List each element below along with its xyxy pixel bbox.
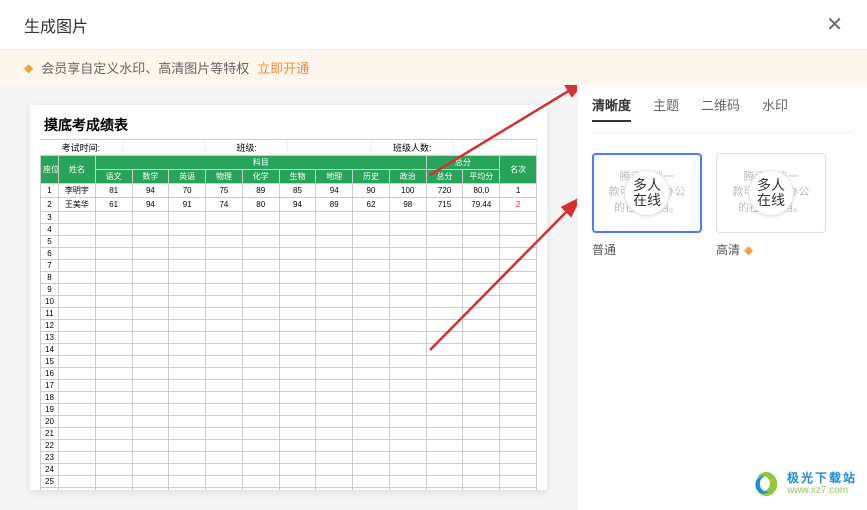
table-row: 21 — [41, 428, 537, 440]
dialog-title: 生成图片 — [24, 13, 88, 37]
option-label-normal: 普通 — [592, 241, 702, 258]
banner-link[interactable]: 立即开通 — [257, 58, 309, 77]
side-panel: 清晰度主题二维码水印 腾讯文档一款可以远程办公的在线文档。 多人在线 普通 腾讯… — [577, 85, 867, 510]
preview-pane: 摸底考成绩表 考试时间:班级:班级人数: 座位姓名科目总分名次 语文数学英语物理… — [0, 85, 577, 510]
banner-text: 会员享自定义水印、高清图片等特权 — [41, 58, 249, 77]
table-row: 22 — [41, 440, 537, 452]
thumb-circle-icon: 多人在线 — [624, 170, 670, 216]
diamond-icon: ◆ — [744, 243, 753, 257]
quality-option-hd[interactable]: 腾讯文档一款可以远程办公的在线文档。 多人在线 高清◆ — [716, 153, 826, 258]
table-row: 24 — [41, 464, 537, 476]
diamond-icon: ◆ — [24, 61, 33, 75]
table-row: 16 — [41, 368, 537, 380]
quality-option-normal[interactable]: 腾讯文档一款可以远程办公的在线文档。 多人在线 普通 — [592, 153, 702, 258]
table-row: 19 — [41, 404, 537, 416]
tab-2[interactable]: 二维码 — [701, 95, 740, 122]
logo-icon — [751, 469, 781, 499]
table-row: 26 — [41, 488, 537, 491]
table-row: 18 — [41, 392, 537, 404]
tab-3[interactable]: 水印 — [762, 95, 788, 122]
table-row: 23 — [41, 452, 537, 464]
thumb-circle-icon: 多人在线 — [748, 170, 794, 216]
table-row: 17 — [41, 380, 537, 392]
close-icon[interactable]: ✕ — [826, 12, 843, 37]
site-watermark: 极光下载站 www.xz7.com — [751, 469, 857, 499]
table-row: 20 — [41, 416, 537, 428]
vip-banner: ◆ 会员享自定义水印、高清图片等特权 立即开通 — [0, 50, 867, 85]
option-label-hd: 高清◆ — [716, 241, 826, 258]
tab-1[interactable]: 主题 — [653, 95, 679, 122]
tab-0[interactable]: 清晰度 — [592, 95, 631, 122]
table-row: 25 — [41, 476, 537, 488]
